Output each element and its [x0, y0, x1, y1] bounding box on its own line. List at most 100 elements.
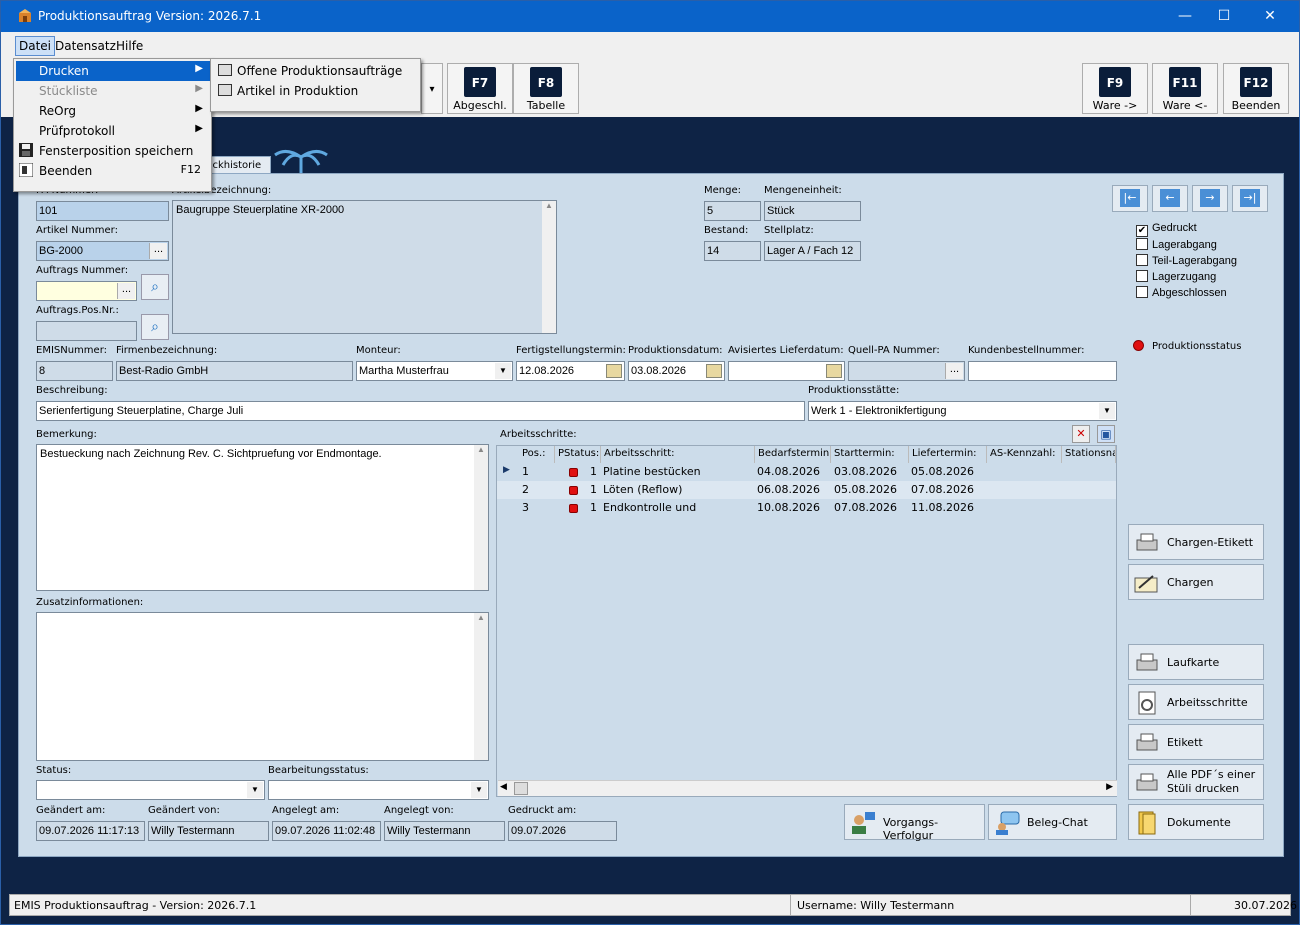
fertigstellung-date[interactable]: 12.08.2026	[516, 361, 625, 381]
zusatz-scrollbar[interactable]: ▲	[474, 613, 488, 760]
produktionsdatum-date[interactable]: 03.08.2026	[628, 361, 725, 381]
f8-tabelle-button[interactable]: F8 Tabelle	[513, 63, 579, 114]
table-row[interactable]: 2 1 Löten (Reflow) 06.08.2026 05.08.2026…	[497, 481, 1116, 499]
bearbeitungsstatus-select[interactable]: ▼	[268, 780, 489, 800]
checkbox-gedruckt[interactable]: ✔	[1136, 225, 1148, 237]
delete-row-icon[interactable]: ✕	[1072, 425, 1090, 443]
zusatzinfo-textarea[interactable]: ▲	[36, 612, 489, 761]
laufkarte-button[interactable]: Laufkarte	[1128, 644, 1264, 680]
checkbox-teil-lagerabgang[interactable]	[1136, 254, 1148, 266]
nav-last-button[interactable]: →|	[1232, 185, 1268, 212]
check-gedruckt[interactable]: ✔ Gedruckt	[1136, 222, 1197, 237]
col-header-as-kennzahl[interactable]: AS-Kennzahl:	[987, 446, 1062, 463]
status-select[interactable]: ▼	[36, 780, 265, 800]
stellplatz-field[interactable]: Lager A / Fach 12	[764, 241, 861, 261]
checkbox-abgeschlossen[interactable]	[1136, 286, 1148, 298]
bestand-field[interactable]: 14	[704, 241, 761, 261]
chevron-down-icon[interactable]: ▼	[1099, 403, 1115, 419]
checkbox-lagerabgang[interactable]	[1136, 238, 1148, 250]
col-header-pstatus[interactable]: PStatus:	[555, 446, 601, 463]
auftrags-pos-field[interactable]	[36, 321, 137, 341]
artikelbez-scrollbar[interactable]: ▲	[542, 201, 556, 333]
close-button[interactable]: ✕	[1247, 1, 1293, 32]
col-header-bedarfstermin[interactable]: Bedarfstermin	[755, 446, 831, 463]
col-header-stationsname[interactable]: Stationsna	[1062, 446, 1116, 463]
f9-ware-out-button[interactable]: F9 Ware ->	[1082, 63, 1148, 114]
beschreibung-field[interactable]: Serienfertigung Steuerplatine, Charge Ju…	[36, 401, 805, 421]
table-row[interactable]: 3 1 Endkontrolle und 10.08.2026 07.08.20…	[497, 499, 1116, 517]
arbeitsschritte-button[interactable]: Arbeitsschritte	[1128, 684, 1264, 720]
bemerkung-scrollbar[interactable]: ▲	[474, 445, 488, 590]
grid-horizontal-scrollbar[interactable]: ◀ ▶	[498, 780, 1117, 796]
lieferdatum-date[interactable]	[728, 361, 845, 381]
chargen-etikett-button[interactable]: Chargen-Etikett	[1128, 524, 1264, 560]
menu-datensatz[interactable]: Datensatz	[55, 39, 116, 53]
produktionsstaette-select[interactable]: Werk 1 - Elektronikfertigung ▼	[808, 401, 1117, 421]
vorgangs-verfolgung-button[interactable]: Vorgangs-Verfolgur	[844, 804, 985, 842]
mengeneinheit-field[interactable]: Stück	[764, 201, 861, 221]
toolbar-combo-arrow[interactable]: ▾	[421, 63, 443, 114]
maximize-button[interactable]: ☐	[1201, 1, 1247, 32]
menu-item-stueckliste[interactable]: Stückliste ▶	[16, 81, 211, 101]
calendar-icon[interactable]	[826, 364, 842, 378]
pa-number-field[interactable]: 101	[36, 201, 169, 221]
save-icon[interactable]: ▣	[1097, 425, 1115, 443]
quell-pa-field[interactable]: ...	[848, 361, 965, 381]
scroll-left-icon[interactable]: ◀	[500, 782, 507, 792]
quell-pa-lookup-button[interactable]: ...	[945, 363, 963, 379]
scroll-right-icon[interactable]: ▶	[1106, 782, 1113, 792]
kundenbestellnummer-field[interactable]	[968, 361, 1117, 381]
firmenbezeichnung-field[interactable]: Best-Radio GmbH	[116, 361, 353, 381]
col-header-pos[interactable]: Pos.:	[519, 446, 555, 463]
f7-abgeschlossen-button[interactable]: F7 Abgeschl.	[447, 63, 513, 114]
emis-number-field[interactable]: 8	[36, 361, 113, 381]
nav-first-button[interactable]: |←	[1112, 185, 1148, 212]
calendar-icon[interactable]	[606, 364, 622, 378]
nav-next-button[interactable]: →	[1192, 185, 1228, 212]
submenu-item-artikel-in-produktion[interactable]: Artikel in Produktion	[213, 81, 418, 101]
auftragspos-search-button[interactable]: ⌕	[141, 314, 169, 340]
check-abgeschlossen[interactable]: Abgeschlossen	[1136, 286, 1227, 299]
menge-field[interactable]: 5	[704, 201, 761, 221]
scroll-thumb[interactable]	[514, 782, 528, 795]
menu-datei[interactable]: Datei	[15, 36, 56, 56]
check-lagerzugang[interactable]: Lagerzugang	[1136, 270, 1216, 283]
f12-beenden-button[interactable]: F12 Beenden	[1223, 63, 1289, 114]
chevron-down-icon[interactable]: ▼	[495, 363, 511, 379]
etikett-button[interactable]: Etikett	[1128, 724, 1264, 760]
menu-item-pruefprotokoll[interactable]: Prüfprotokoll ▶	[16, 121, 211, 141]
menu-item-fensterposition[interactable]: Fensterposition speichern	[16, 141, 211, 161]
artikelbezeichnung-field[interactable]: Baugruppe Steuerplatine XR-2000 ▲	[172, 200, 557, 334]
bemerkung-textarea[interactable]: Bestueckung nach Zeichnung Rev. C. Sicht…	[36, 444, 489, 591]
col-header-arbeitsschritt[interactable]: Arbeitsschritt:	[601, 446, 755, 463]
menu-item-beenden[interactable]: Beenden F12	[16, 161, 211, 181]
submenu-item-artikel-label: Artikel in Produktion	[237, 84, 359, 98]
geaendert-am-field: 09.07.2026 11:17:13	[36, 821, 145, 841]
nav-prev-button[interactable]: ←	[1152, 185, 1188, 212]
checkbox-lagerzugang[interactable]	[1136, 270, 1148, 282]
artikel-nummer-field[interactable]: BG-2000...	[36, 241, 169, 261]
auftrag-lookup-button[interactable]: ...	[117, 283, 135, 299]
menu-hilfe[interactable]: Hilfe	[116, 39, 143, 53]
chevron-down-icon[interactable]: ▼	[471, 782, 487, 798]
calendar-icon[interactable]	[706, 364, 722, 378]
col-header-starttermin[interactable]: Starttermin:	[831, 446, 909, 463]
pdf-stueli-drucken-button[interactable]: Alle PDF´s einer Stüli drucken	[1128, 764, 1264, 800]
auftrag-search-button[interactable]: ⌕	[141, 274, 169, 300]
menu-item-reorg[interactable]: ReOrg ▶	[16, 101, 211, 121]
f11-ware-in-button[interactable]: F11 Ware <-	[1152, 63, 1218, 114]
beleg-chat-button[interactable]: Beleg-Chat	[988, 804, 1117, 840]
auftrags-nummer-field[interactable]: ...	[36, 281, 137, 301]
table-row[interactable]: ▶ 1 1 Platine bestücken 04.08.2026 03.08…	[497, 463, 1116, 481]
submenu-item-offene-auftraege[interactable]: Offene Produktionsaufträge	[213, 61, 418, 81]
chargen-button[interactable]: Chargen	[1128, 564, 1264, 600]
monteur-select[interactable]: Martha Musterfrau ▼	[356, 361, 513, 381]
col-header-liefertermin[interactable]: Liefertermin:	[909, 446, 987, 463]
check-teil-lagerabgang[interactable]: Teil-Lagerabgang	[1136, 254, 1237, 267]
menu-item-drucken[interactable]: Drucken ▶	[16, 61, 211, 81]
f11-label: Ware <-	[1162, 99, 1208, 112]
artikel-lookup-button[interactable]: ...	[149, 243, 167, 259]
check-lagerabgang[interactable]: Lagerabgang	[1136, 238, 1217, 251]
dokumente-button[interactable]: Dokumente	[1128, 804, 1264, 840]
chevron-down-icon[interactable]: ▼	[247, 782, 263, 798]
